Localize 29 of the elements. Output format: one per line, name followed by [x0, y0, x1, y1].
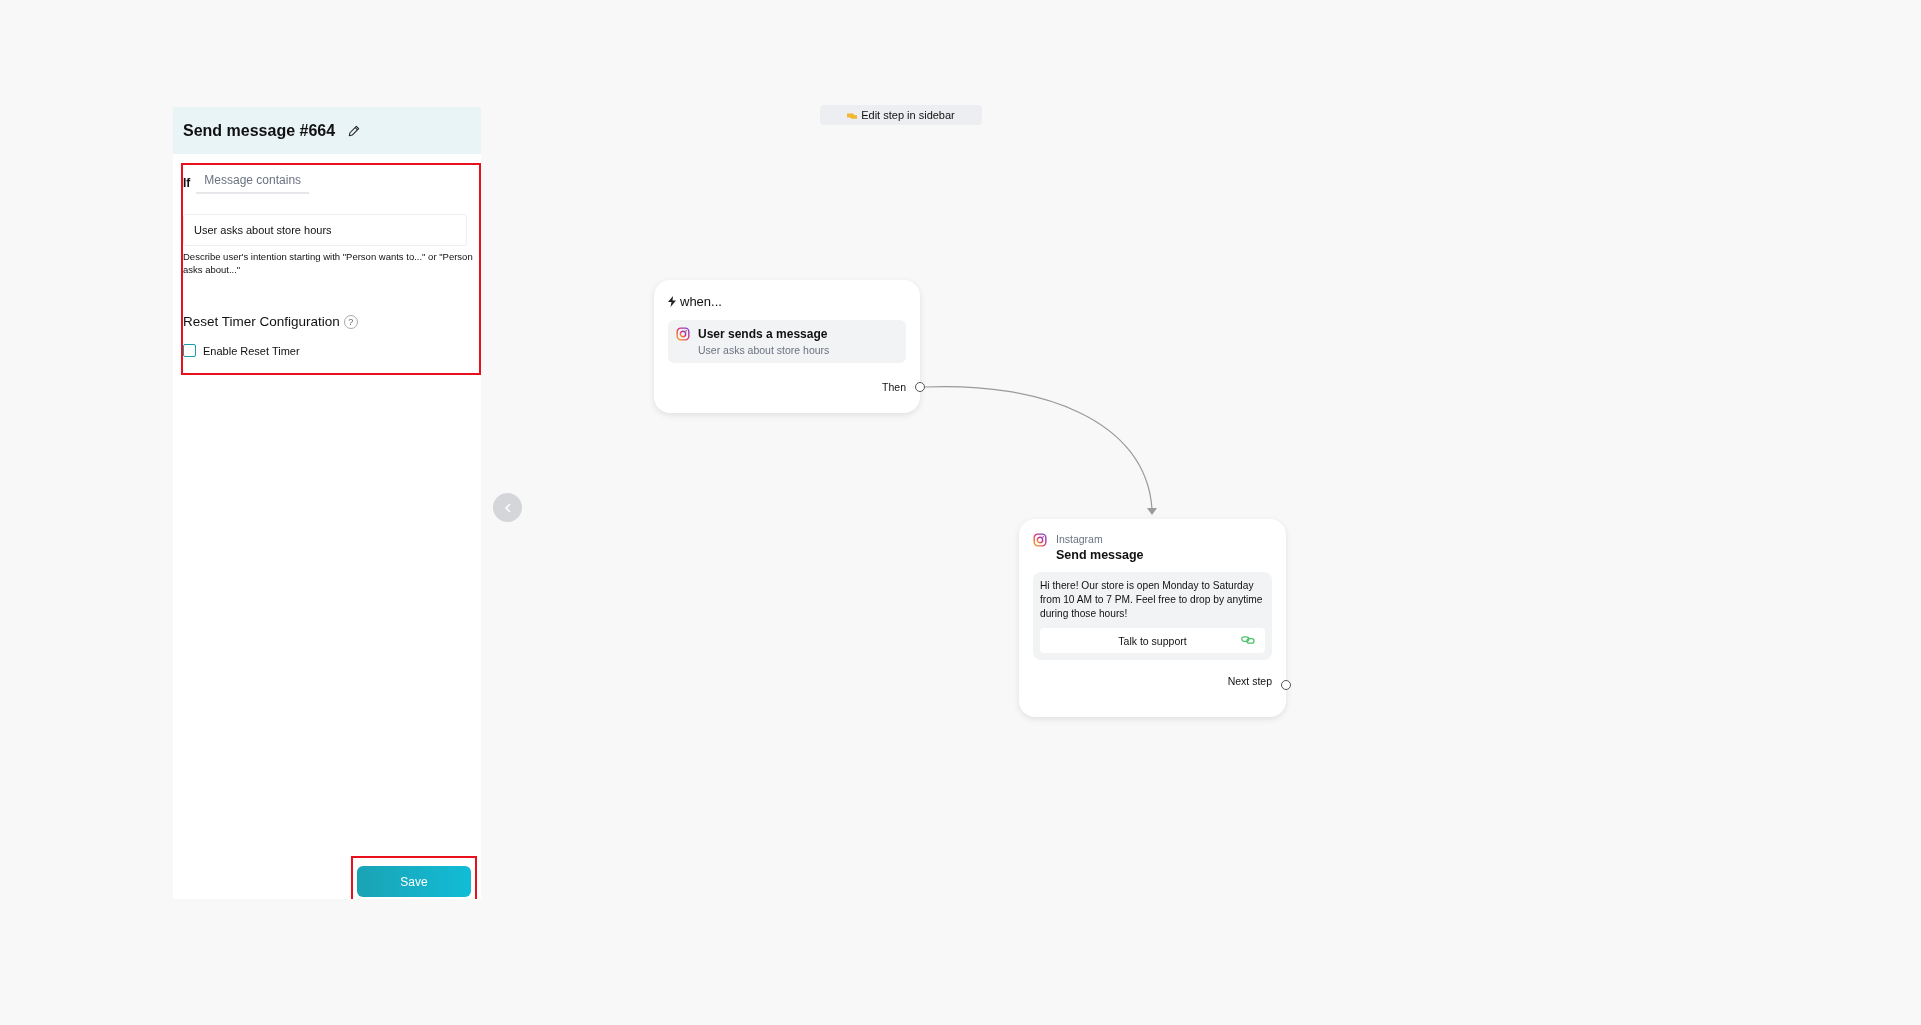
event-title: User sends a message	[698, 327, 829, 341]
event-detail: User asks about store hours	[698, 344, 830, 356]
checkbox[interactable]	[183, 344, 196, 357]
lightning-icon	[668, 296, 676, 307]
instagram-icon	[1033, 533, 1047, 547]
chevron-left-icon	[503, 502, 512, 513]
support-button[interactable]: Talk to support	[1040, 628, 1265, 653]
output-port[interactable]	[915, 382, 925, 392]
channel-label: Instagram	[1056, 533, 1104, 545]
hint-text: Edit step in sidebar	[861, 109, 955, 121]
section-title: Reset Timer Configuration	[183, 314, 340, 329]
message-text: Hi there! Our store is open Monday to Saturday from 10 AM to 7 PM. Feel free to drop by anytime during those hours!	[1040, 579, 1264, 621]
intent-input-field[interactable]: User asks about store hours	[183, 214, 467, 246]
link-icon	[1241, 636, 1255, 644]
output-label: Next step	[1227, 675, 1272, 687]
action-card[interactable]: Instagram Send message Hi there! Our store is open Monday to Saturday from 10 AM to 7 PM. Feel free to drop by anytime during those hours! Talk to support Next step	[1019, 519, 1286, 717]
condition-label: If	[183, 175, 191, 190]
action-title: Send message	[1056, 548, 1144, 562]
pencil-icon[interactable]	[347, 123, 362, 138]
instagram-icon	[676, 327, 690, 341]
intent-hint: Describe user's intention starting with "Person wants to..." or "Person asks about..."	[183, 250, 474, 276]
step-title: Send message #664	[183, 121, 336, 140]
output-label: Then	[882, 381, 906, 393]
trigger-card[interactable]: when... User sends a message User asks about store hours Then	[654, 280, 920, 413]
checkbox-label: Enable Reset Timer	[203, 344, 300, 357]
trigger-title: when...	[680, 294, 722, 309]
match-type-select[interactable]: Message contains	[196, 171, 310, 194]
trigger-event[interactable]: User sends a message User asks about store hours	[668, 320, 906, 363]
output-port[interactable]	[1281, 680, 1291, 690]
